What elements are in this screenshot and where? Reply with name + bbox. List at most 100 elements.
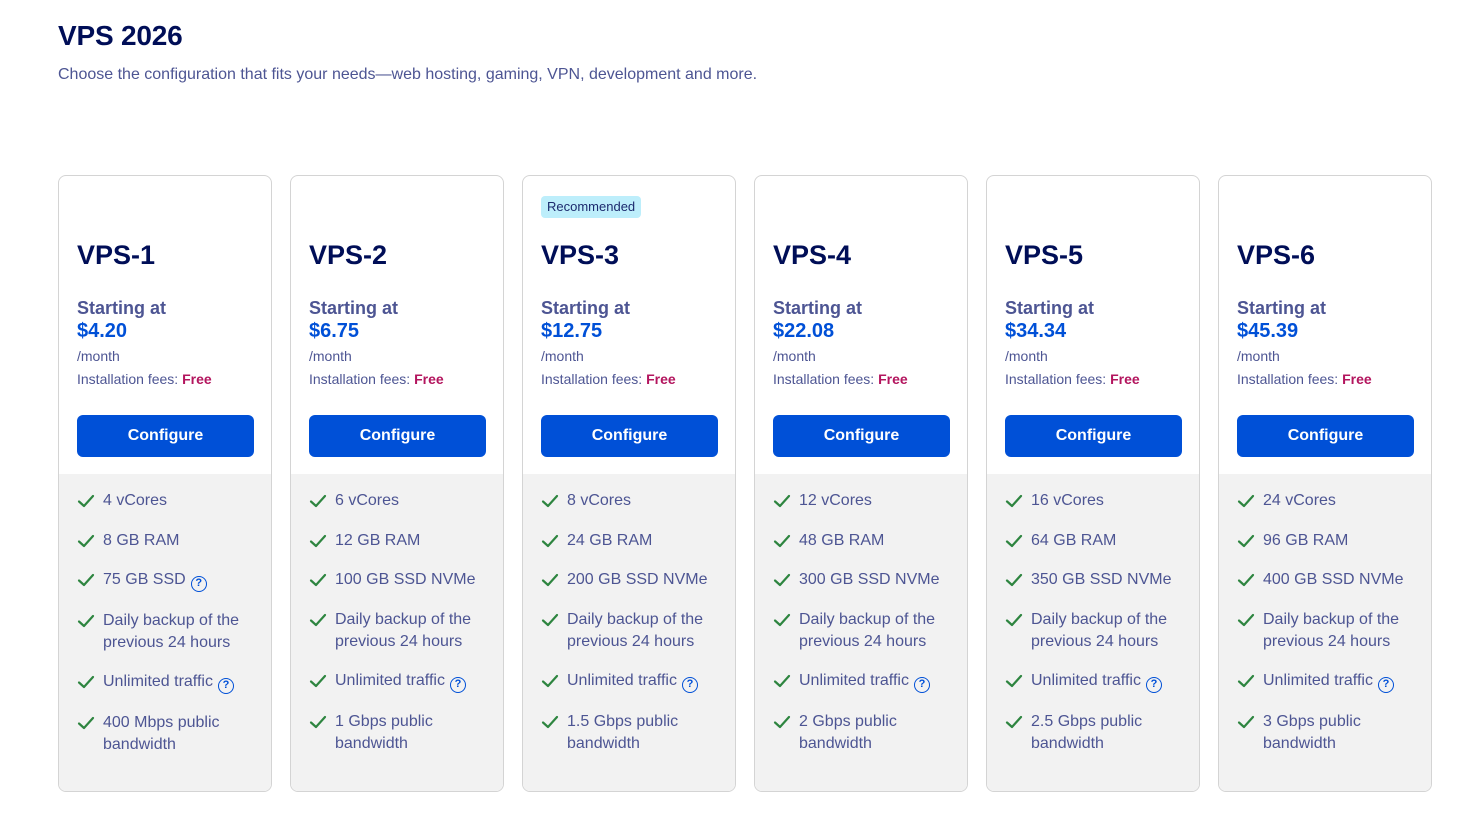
configure-button[interactable]: Configure (541, 415, 718, 457)
checkmark-icon (77, 569, 103, 591)
feature-item: 200 GB SSD NVMe (541, 569, 717, 591)
feature-item: 4 vCores (77, 490, 253, 512)
checkmark-icon (1005, 609, 1031, 631)
configure-button[interactable]: Configure (309, 415, 486, 457)
feature-text: 3 Gbps public bandwidth (1263, 712, 1361, 752)
checkmark-icon (773, 490, 799, 512)
checkmark-icon (77, 712, 103, 734)
feature-text: Daily backup of the previous 24 hours (103, 611, 240, 651)
help-icon[interactable]: ? (449, 677, 466, 693)
configure-button[interactable]: Configure (77, 415, 254, 457)
plan-card-vps-6: VPS-6 Starting at $45.39 /month Installa… (1218, 175, 1432, 792)
checkmark-icon (309, 609, 335, 631)
installation-fees: Installation fees: Free (309, 371, 444, 387)
checkmark-icon (773, 569, 799, 591)
configure-button[interactable]: Configure (1237, 415, 1414, 457)
checkmark-icon (309, 530, 335, 552)
plan-price: $12.75 (541, 320, 603, 342)
installation-fees-label: Installation fees: (309, 371, 415, 387)
plan-name: VPS-3 (541, 240, 620, 270)
help-icon[interactable]: ? (1145, 677, 1162, 693)
checkmark-icon (773, 609, 799, 631)
checkmark-icon (541, 569, 567, 591)
configure-button[interactable]: Configure (773, 415, 950, 457)
installation-fees: Installation fees: Free (773, 371, 908, 387)
checkmark-icon (1005, 711, 1031, 733)
checkmark-icon (309, 711, 335, 733)
checkmark-icon (1005, 490, 1031, 512)
feature-item: 2 Gbps public bandwidth (773, 711, 949, 755)
plan-card-vps-1: VPS-1 Starting at $4.20 /month Installat… (58, 175, 272, 792)
installation-fees-label: Installation fees: (1005, 371, 1111, 387)
starting-at-label: Starting at (77, 298, 167, 318)
per-month-label: /month (77, 348, 120, 364)
feature-text: 1 Gbps public bandwidth (335, 712, 433, 752)
checkmark-icon (541, 530, 567, 552)
feature-item: 300 GB SSD NVMe (773, 569, 949, 591)
feature-text: 8 GB RAM (103, 531, 180, 549)
checkmark-icon (309, 670, 335, 692)
plan-name: VPS-1 (77, 240, 156, 270)
feature-item: Unlimited traffic? (773, 670, 949, 693)
per-month-label: /month (309, 348, 352, 364)
feature-item: Unlimited traffic? (309, 670, 485, 693)
feature-item: 3 Gbps public bandwidth (1237, 711, 1413, 755)
feature-item: 24 GB RAM (541, 530, 717, 552)
installation-fees: Installation fees: Free (541, 371, 676, 387)
starting-at-label: Starting at (1237, 298, 1327, 318)
feature-text: 12 GB RAM (335, 531, 421, 549)
feature-text: 6 vCores (335, 492, 400, 509)
feature-item: 6 vCores (309, 490, 485, 512)
feature-text: 2.5 Gbps public bandwidth (1031, 712, 1143, 752)
feature-text: Unlimited traffic (567, 672, 677, 689)
checkmark-icon (77, 610, 103, 632)
plan-price: $6.75 (309, 320, 360, 342)
configure-button[interactable]: Configure (1005, 415, 1182, 457)
checkmark-icon (773, 670, 799, 692)
checkmark-icon (1237, 569, 1263, 591)
page-subtitle: Choose the configuration that fits your … (58, 66, 758, 83)
feature-text: 100 GB SSD NVMe (335, 571, 476, 588)
help-icon[interactable]: ? (913, 677, 930, 693)
feature-text: Unlimited traffic (799, 672, 909, 689)
feature-item: Unlimited traffic? (541, 670, 717, 693)
plan-card-vps-3: Recommended VPS-3 Starting at $12.75 /mo… (522, 175, 736, 792)
plan-price: $4.20 (77, 320, 128, 342)
checkmark-icon (77, 490, 103, 512)
installation-fees-value: Free (1342, 371, 1372, 387)
feature-text: 300 GB SSD NVMe (799, 571, 940, 588)
installation-fees-value: Free (1110, 371, 1140, 387)
feature-text: Daily backup of the previous 24 hours (1031, 610, 1168, 650)
feature-text: 8 vCores (567, 492, 632, 509)
checkmark-icon (1237, 530, 1263, 552)
feature-text: Unlimited traffic (1263, 672, 1373, 689)
help-icon[interactable]: ? (190, 576, 207, 592)
feature-list: 24 vCores 96 GB RAM 400 GB SSD NVMe Daily b… (1219, 474, 1431, 791)
page-title: VPS 2026 (58, 20, 183, 51)
feature-text: 1.5 Gbps public bandwidth (567, 712, 679, 752)
feature-item: 64 GB RAM (1005, 530, 1181, 552)
feature-item: 1 Gbps public bandwidth (309, 711, 485, 755)
checkmark-icon (541, 711, 567, 733)
help-icon[interactable]: ? (681, 677, 698, 693)
help-icon[interactable]: ? (217, 678, 234, 694)
installation-fees-label: Installation fees: (1237, 371, 1343, 387)
checkmark-icon (77, 530, 103, 552)
feature-list: 4 vCores 8 GB RAM 75 GB SSD? Daily backup o… (59, 474, 271, 791)
feature-item: 1.5 Gbps public bandwidth (541, 711, 717, 755)
installation-fees-value: Free (646, 371, 676, 387)
checkmark-icon (1237, 670, 1263, 692)
feature-item: Daily backup of the previous 24 hours (773, 609, 949, 653)
starting-at-label: Starting at (773, 298, 863, 318)
feature-item: 48 GB RAM (773, 530, 949, 552)
checkmark-icon (541, 609, 567, 631)
feature-item: 96 GB RAM (1237, 530, 1413, 552)
feature-text: Unlimited traffic (1031, 672, 1141, 689)
feature-item: 16 vCores (1005, 490, 1181, 512)
installation-fees-value: Free (878, 371, 908, 387)
plan-cards: VPS-1 Starting at $4.20 /month Installat… (58, 175, 1432, 792)
plan-name: VPS-6 (1237, 240, 1316, 270)
checkmark-icon (1005, 530, 1031, 552)
help-icon[interactable]: ? (1377, 677, 1394, 693)
feature-item: 400 GB SSD NVMe (1237, 569, 1413, 591)
